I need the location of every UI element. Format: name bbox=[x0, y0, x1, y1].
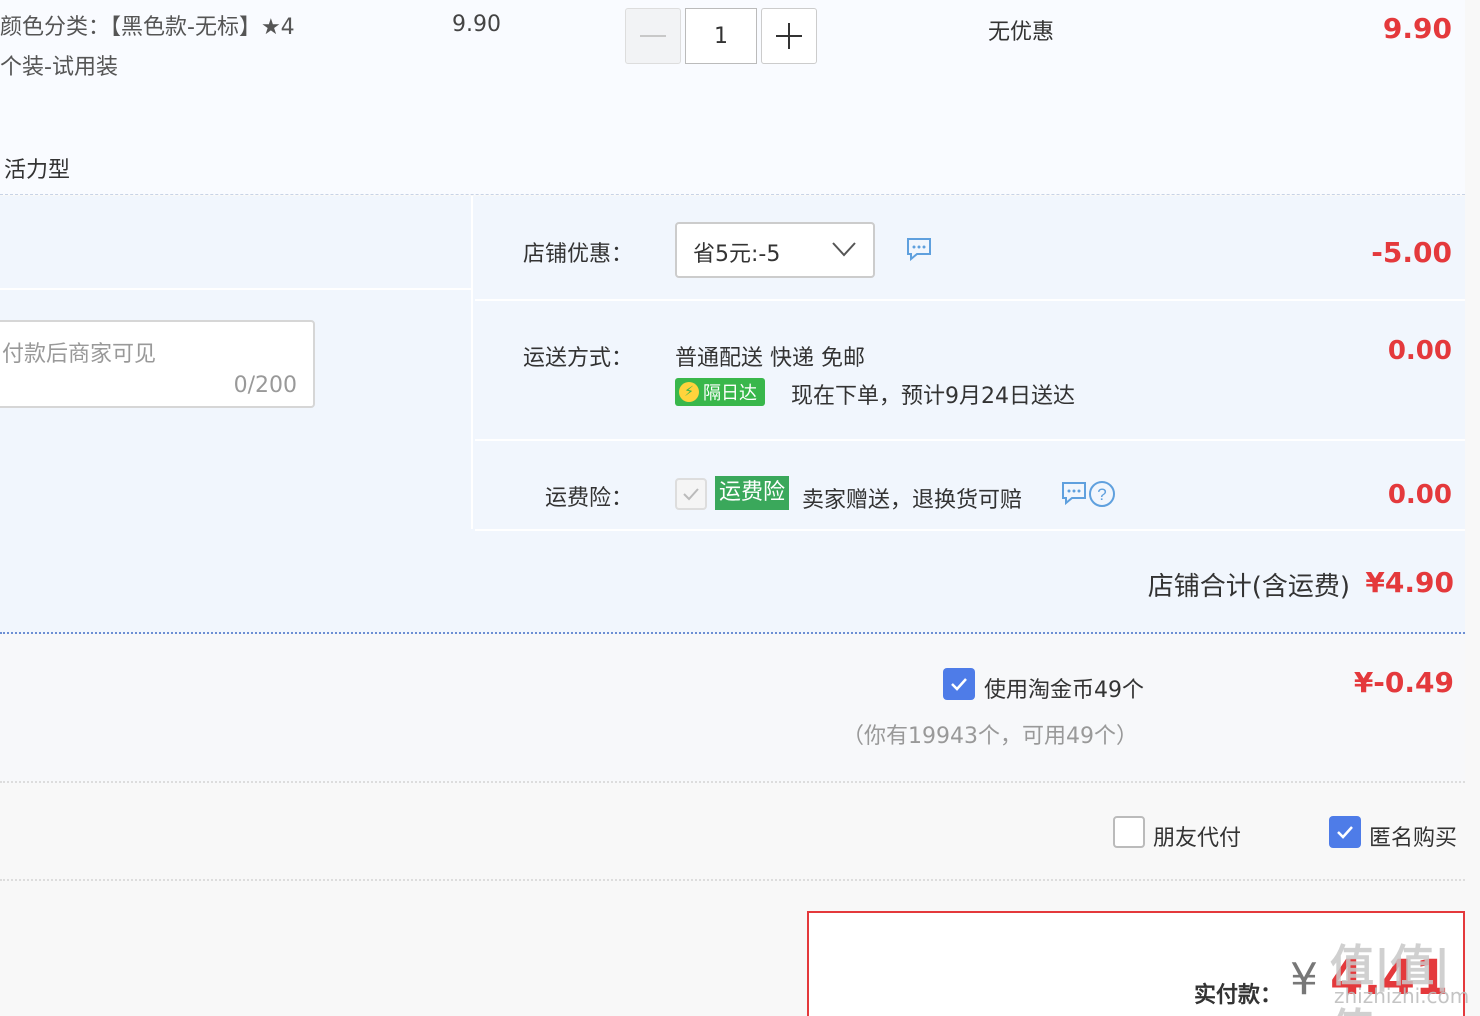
shop-discount-amount: -5.00 bbox=[1371, 236, 1452, 269]
shop-total-label: 店铺合计(含运费) bbox=[1147, 572, 1350, 602]
shop-discount-select[interactable]: 省5元:-5 bbox=[675, 222, 875, 278]
friend-pay-checkbox[interactable] bbox=[1113, 816, 1145, 848]
unit-price: 9.90 bbox=[452, 12, 501, 37]
minus-icon bbox=[640, 35, 666, 37]
help-icon[interactable]: ? bbox=[1088, 480, 1116, 508]
lightning-icon: ⚡ bbox=[679, 382, 699, 402]
increase-button[interactable] bbox=[761, 8, 817, 64]
svg-text:?: ? bbox=[1097, 485, 1106, 504]
insurance-amount: 0.00 bbox=[1387, 480, 1452, 510]
plus-icon bbox=[776, 23, 802, 49]
quantity-input[interactable]: 1 bbox=[685, 8, 757, 64]
chat-icon[interactable] bbox=[905, 236, 933, 262]
insurance-label: 运费险： bbox=[544, 486, 633, 511]
divider bbox=[475, 299, 1465, 301]
shop-total-amount: ¥4.90 bbox=[1365, 566, 1454, 599]
item-discount: 无优惠 bbox=[988, 20, 1055, 45]
payment-currency: ¥ bbox=[1290, 954, 1318, 1005]
payment-options bbox=[0, 785, 1465, 881]
shipping-method: 普通配送 快递 免邮 bbox=[675, 346, 865, 371]
memo-counter: 0/200 bbox=[233, 373, 297, 398]
next-day-badge: ⚡ 隔日达 bbox=[675, 378, 765, 406]
style-tag: 活力型 bbox=[4, 158, 71, 183]
item-subtotal: 9.90 bbox=[1382, 12, 1452, 45]
chevron-down-icon bbox=[832, 242, 856, 257]
check-icon bbox=[1337, 826, 1353, 839]
watermark-site: zhizhizhi.com bbox=[1334, 984, 1470, 1008]
divider bbox=[475, 529, 1465, 531]
coin-checkbox[interactable] bbox=[943, 668, 975, 700]
decrease-button[interactable] bbox=[625, 8, 681, 64]
insurance-desc: 卖家赠送，退换货可赔 bbox=[802, 488, 1023, 513]
chat-icon[interactable] bbox=[1060, 480, 1088, 506]
shop-discount-value: 省5元:-5 bbox=[693, 242, 781, 267]
sku-line-1: 颜色分类：【黑色款-无标】★4 bbox=[0, 15, 295, 40]
insurance-tag: 运费险 bbox=[715, 476, 790, 510]
check-icon bbox=[683, 488, 699, 501]
coin-label[interactable]: 使用淘金币49个 bbox=[984, 672, 1144, 704]
shipping-amount: 0.00 bbox=[1387, 336, 1452, 366]
coin-amount: ¥-0.49 bbox=[1353, 666, 1454, 699]
divider bbox=[475, 439, 1465, 441]
friend-pay-label[interactable]: 朋友代付 bbox=[1153, 820, 1241, 852]
anonymous-checkbox[interactable] bbox=[1329, 816, 1361, 848]
check-icon bbox=[951, 678, 967, 691]
delivery-eta: 现在下单，预计9月24日送达 bbox=[791, 384, 1075, 409]
quantity-stepper: 1 bbox=[625, 8, 817, 64]
memo-field[interactable]: 付款后商家可见 0/200 bbox=[0, 320, 315, 408]
insurance-checkbox[interactable] bbox=[675, 478, 707, 510]
coin-section bbox=[0, 636, 1465, 783]
next-day-badge-text: 隔日达 bbox=[703, 383, 757, 404]
memo-placeholder: 付款后商家可见 bbox=[2, 342, 157, 367]
anonymous-label[interactable]: 匿名购买 bbox=[1369, 820, 1457, 852]
coin-hint: （你有19943个，可用49个） bbox=[842, 724, 1138, 749]
shipping-label: 运送方式： bbox=[522, 346, 633, 371]
sku-line-2: 个装-试用装 bbox=[0, 55, 118, 80]
payment-label: 实付款： bbox=[1194, 983, 1283, 1008]
shop-discount-label: 店铺优惠： bbox=[522, 242, 633, 267]
